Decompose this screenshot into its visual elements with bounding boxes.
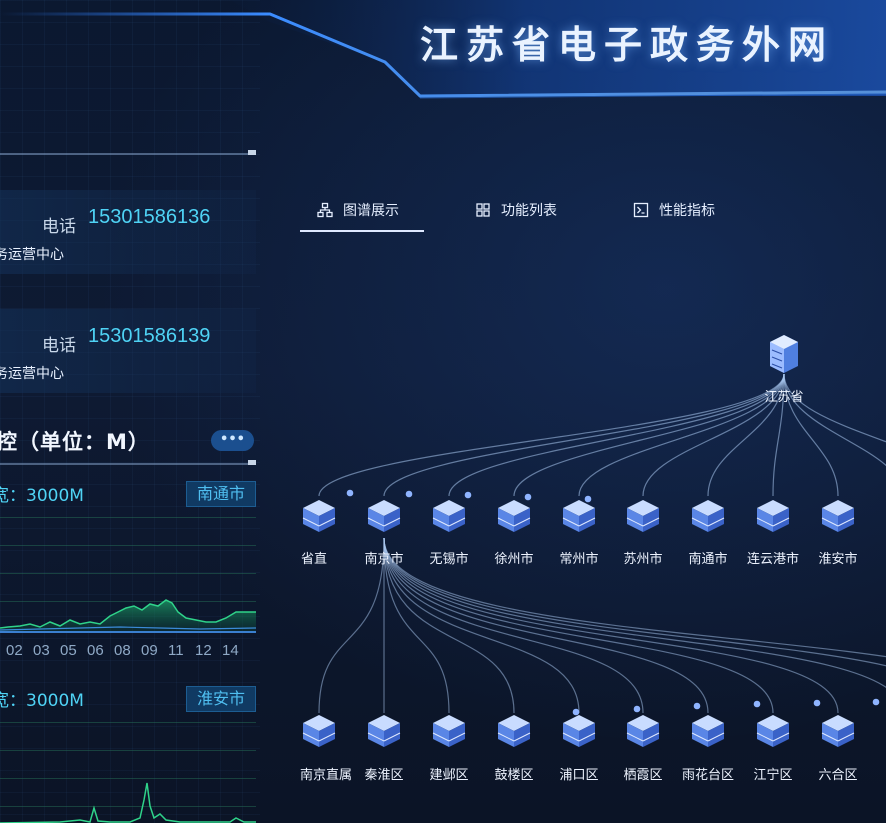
node-icon <box>562 500 596 532</box>
node-icon <box>626 715 660 747</box>
node-icon <box>626 500 660 532</box>
node-icon <box>497 500 531 532</box>
node-icon <box>821 500 855 532</box>
node-level1-label[interactable]: 连云港市 <box>747 548 799 567</box>
flow-dot <box>633 705 641 713</box>
node-root-label[interactable]: 江苏省 <box>764 386 803 405</box>
flow-dot <box>405 490 413 498</box>
edge <box>513 373 785 497</box>
node-icon <box>756 715 790 747</box>
node-level1-label[interactable]: 省直 <box>301 548 327 567</box>
node-level2-label[interactable]: 江宁区 <box>753 764 792 783</box>
node-icon <box>691 715 725 747</box>
flow-dot <box>572 708 580 716</box>
flow-dot <box>346 489 354 497</box>
edge <box>642 373 785 497</box>
flow-dot <box>813 699 821 707</box>
node-level2-label[interactable]: 鼓楼区 <box>494 764 533 783</box>
node-level2-label[interactable]: 雨花台区 <box>682 764 734 783</box>
topology-graph <box>302 335 886 747</box>
node-icon <box>367 715 401 747</box>
server-icon <box>770 335 798 373</box>
node-icon <box>756 500 790 532</box>
node-icon <box>821 715 855 747</box>
edge <box>578 373 785 497</box>
edge <box>383 373 785 497</box>
node-icon <box>302 715 336 747</box>
node-level2-label[interactable]: 栖霞区 <box>623 764 662 783</box>
node-level2-label[interactable]: 六合区 <box>818 764 857 783</box>
edge <box>318 373 785 497</box>
node-icon <box>497 715 531 747</box>
flow-dot <box>753 700 761 708</box>
node-icon <box>367 500 401 532</box>
node-level1-label[interactable]: 徐州市 <box>494 548 533 567</box>
node-level2-label[interactable]: 建邺区 <box>429 764 468 783</box>
flow-dot <box>524 493 532 501</box>
edge <box>448 373 785 497</box>
node-level2-label[interactable]: 浦口区 <box>559 764 598 783</box>
flow-dot <box>872 698 880 706</box>
node-level1-label[interactable]: 常州市 <box>559 548 598 567</box>
node-level1-label[interactable]: 苏州市 <box>623 548 662 567</box>
node-icon <box>691 500 725 532</box>
flow-dot <box>584 495 592 503</box>
node-level1-label[interactable]: 无锡市 <box>429 548 468 567</box>
node-icon <box>562 715 596 747</box>
node-icon <box>302 500 336 532</box>
node-level1-label[interactable]: 南京市 <box>364 548 403 567</box>
node-level1-label[interactable]: 淮安市 <box>818 548 857 567</box>
flow-dot <box>464 491 472 499</box>
flow-dot <box>693 702 701 710</box>
node-icon <box>432 500 466 532</box>
node-level2-label[interactable]: 南京直属 <box>300 764 352 783</box>
node-level2-label[interactable]: 秦淮区 <box>364 764 403 783</box>
node-level1-label[interactable]: 南通市 <box>688 548 727 567</box>
node-icon <box>432 715 466 747</box>
